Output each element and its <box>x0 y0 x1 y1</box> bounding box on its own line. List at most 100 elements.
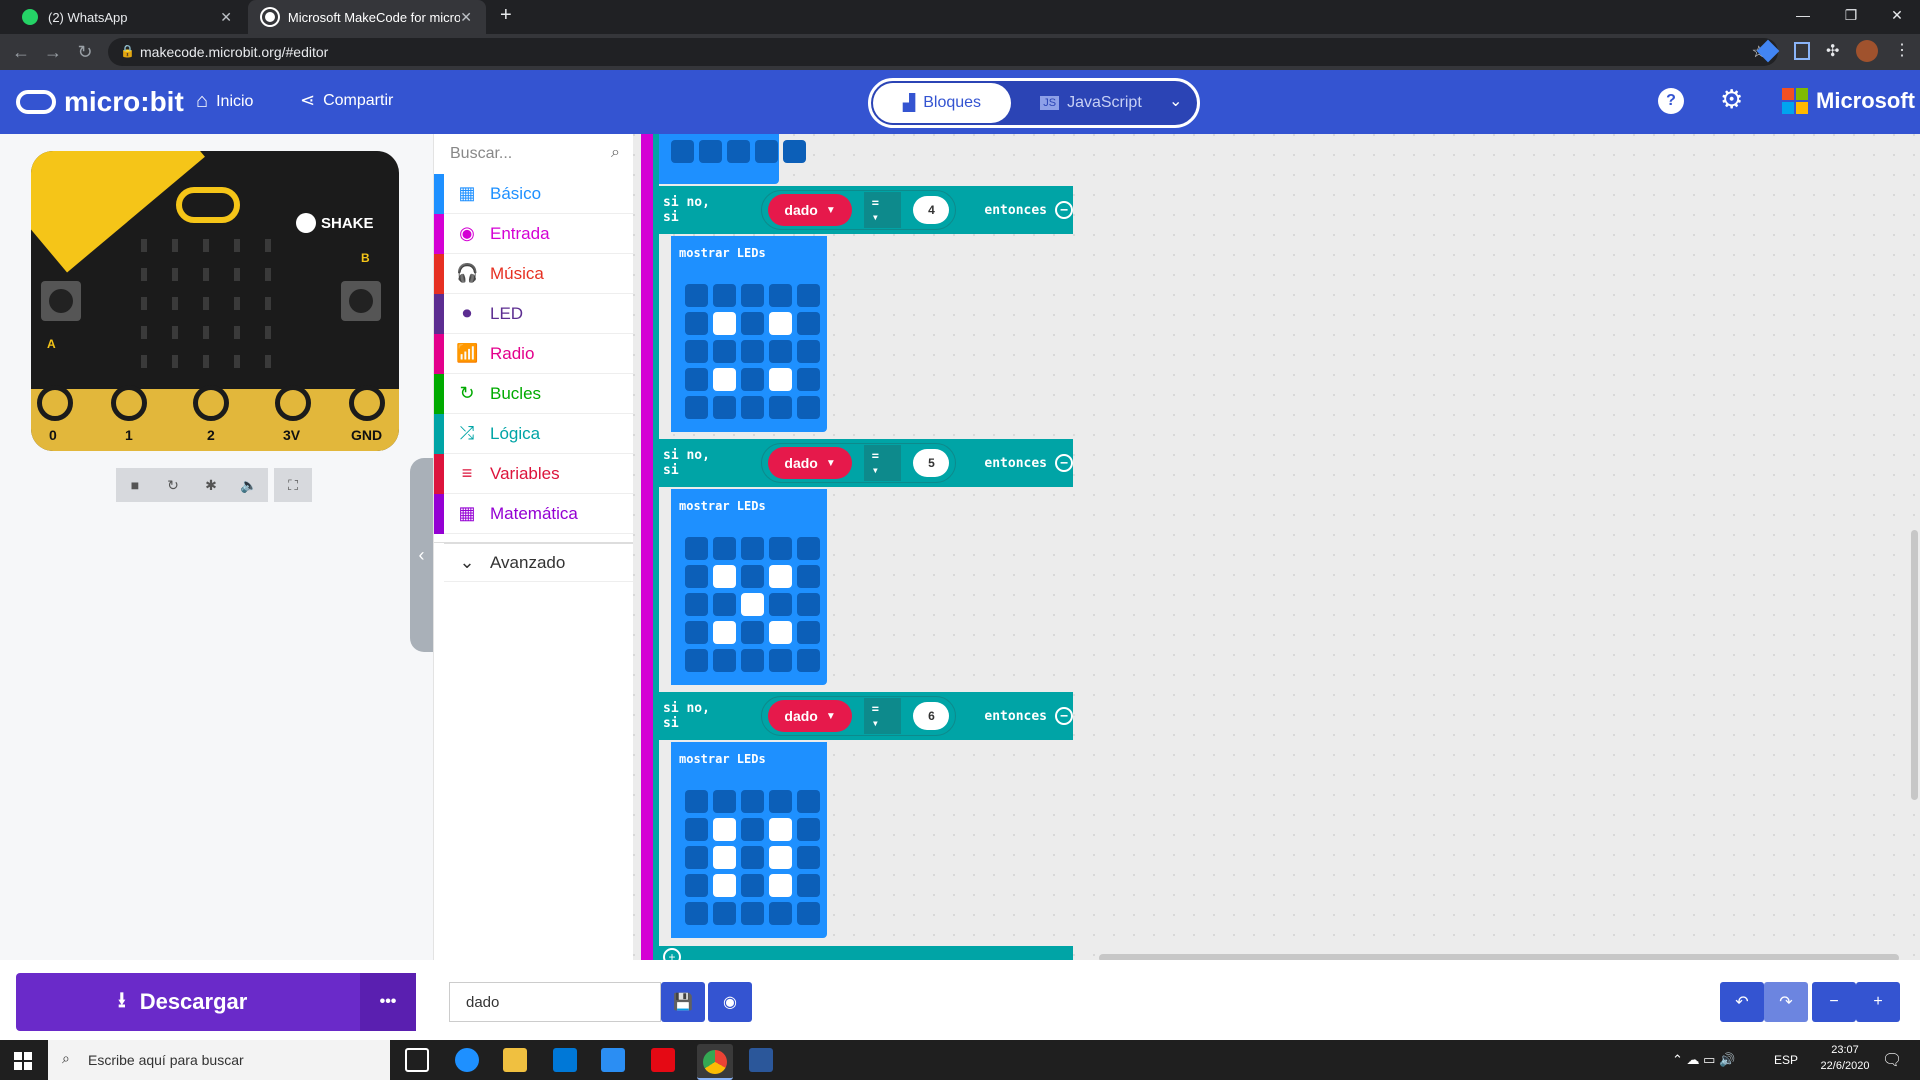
led-cell[interactable] <box>769 902 792 925</box>
led-cell[interactable] <box>685 818 708 841</box>
category-item[interactable]: ≡ Variables <box>434 453 634 494</box>
task-view-icon[interactable] <box>405 1048 429 1072</box>
led-cell[interactable] <box>713 874 736 897</box>
restart-icon[interactable]: ↻ <box>154 468 192 502</box>
button-b[interactable] <box>341 281 381 321</box>
store-icon[interactable] <box>553 1048 577 1072</box>
led-cell[interactable] <box>713 368 736 391</box>
operator-dropdown[interactable]: = ▾ <box>863 698 902 734</box>
led-cell[interactable] <box>769 284 792 307</box>
led-cell[interactable] <box>713 537 736 560</box>
project-name-input[interactable]: dado <box>449 982 661 1022</box>
share-button[interactable]: ⋖ Compartir <box>300 90 393 111</box>
led-cell[interactable] <box>769 790 792 813</box>
else-if-row[interactable]: si no, si dado ▼ = ▾ 5 entonces − <box>653 439 1074 487</box>
tab-close-icon[interactable]: ✕ <box>460 9 472 26</box>
led-cell[interactable] <box>797 340 820 363</box>
taskbar-search[interactable]: ⌕ Escribe aquí para buscar <box>48 1040 390 1080</box>
led-cell[interactable] <box>741 537 764 560</box>
microbit-logo[interactable]: micro:bit <box>16 86 184 118</box>
led-cell[interactable] <box>741 368 764 391</box>
collapse-simulator-icon[interactable]: ‹ <box>410 458 433 652</box>
settings-icon[interactable]: ⚙ <box>1720 84 1743 115</box>
javascript-tab[interactable]: JS JavaScript <box>1021 83 1161 123</box>
operator-dropdown[interactable]: = ▾ <box>863 192 902 228</box>
chrome-icon[interactable] <box>697 1044 733 1080</box>
save-icon[interactable]: 💾 <box>661 982 705 1022</box>
show-leds-block[interactable]: mostrar LEDs <box>671 742 827 938</box>
zoom-out-icon[interactable]: − <box>1812 982 1856 1022</box>
led-cell[interactable] <box>713 902 736 925</box>
led-cell[interactable] <box>797 312 820 335</box>
led-cell[interactable] <box>741 396 764 419</box>
menu-icon[interactable]: ⋮ <box>1894 40 1910 60</box>
led-cell[interactable] <box>713 621 736 644</box>
clock[interactable]: 23:07 22/6/2020 <box>1820 1044 1870 1072</box>
led-cell[interactable] <box>797 565 820 588</box>
led-cell[interactable] <box>769 396 792 419</box>
else-if-row[interactable]: si no, si dado ▼ = ▾ 6 entonces − <box>653 692 1074 740</box>
category-item[interactable]: ↻ Bucles <box>434 373 634 414</box>
fullscreen-icon[interactable]: ⛶ <box>274 468 312 502</box>
led-cell[interactable] <box>685 565 708 588</box>
category-item[interactable]: ▦ Básico <box>434 173 634 214</box>
led-cell[interactable] <box>769 312 792 335</box>
puzzle-icon[interactable]: ✣ <box>1826 41 1839 61</box>
led-cell[interactable] <box>685 396 708 419</box>
number-input[interactable]: 6 <box>913 702 950 730</box>
compare-block[interactable]: dado ▼ = ▾ 5 <box>761 443 957 483</box>
led-cell[interactable] <box>713 846 736 869</box>
url-field[interactable]: 🔒 makecode.microbit.org/#editor ☆ <box>108 38 1778 66</box>
led-cell[interactable] <box>769 874 792 897</box>
tab-makecode[interactable]: Microsoft MakeCode for micro:bi ✕ <box>248 0 486 34</box>
led-cell[interactable] <box>741 284 764 307</box>
led-cell[interactable] <box>797 284 820 307</box>
add-branch-icon[interactable]: + <box>663 948 681 960</box>
variable-dropdown[interactable]: dado ▼ <box>768 447 852 479</box>
led-cell[interactable] <box>769 565 792 588</box>
led-cell[interactable] <box>713 790 736 813</box>
led-cell[interactable] <box>741 312 764 335</box>
close-window-button[interactable]: ✕ <box>1874 0 1920 30</box>
edge-icon[interactable] <box>455 1048 479 1072</box>
undo-icon[interactable]: ↶ <box>1720 982 1764 1022</box>
back-icon[interactable]: ← <box>10 42 32 62</box>
blocks-workspace[interactable]: si no, si dado ▼ = ▾ 4 entonces − mostrar LEDs s… <box>633 134 1920 960</box>
notifications-icon[interactable]: 🗨 <box>1882 1050 1902 1070</box>
led-cell[interactable] <box>741 902 764 925</box>
pin-3v[interactable] <box>275 385 311 421</box>
document-icon[interactable] <box>1794 42 1810 60</box>
compare-block[interactable]: dado ▼ = ▾ 6 <box>761 696 957 736</box>
led-cell[interactable] <box>797 874 820 897</box>
download-button[interactable]: ⭳ Descargar ••• <box>16 973 416 1031</box>
chevron-down-icon[interactable]: ⌄ <box>1169 91 1182 111</box>
category-item[interactable]: ⤮ Lógica <box>434 413 634 454</box>
led-cell[interactable] <box>797 593 820 616</box>
led-cell[interactable] <box>713 818 736 841</box>
tab-whatsapp[interactable]: (2) WhatsApp ✕ <box>8 0 246 34</box>
led-cell[interactable] <box>769 621 792 644</box>
led-cell[interactable] <box>769 593 792 616</box>
minimize-button[interactable]: — <box>1780 0 1826 30</box>
led-cell[interactable] <box>713 312 736 335</box>
led-cell[interactable] <box>769 340 792 363</box>
led-cell[interactable] <box>685 790 708 813</box>
more-options-button[interactable]: ••• <box>360 973 416 1031</box>
pin-1[interactable] <box>111 385 147 421</box>
led-cell[interactable] <box>685 593 708 616</box>
shake-label[interactable]: SHAKE <box>321 215 374 232</box>
led-cell[interactable] <box>713 284 736 307</box>
new-tab-button[interactable]: + <box>500 4 512 27</box>
led-cell[interactable] <box>685 312 708 335</box>
led-cell[interactable] <box>769 818 792 841</box>
led-cell[interactable] <box>685 284 708 307</box>
led-cell[interactable] <box>797 537 820 560</box>
system-tray-icons[interactable]: ⌃ ☁ ▭ 🔊 <box>1672 1052 1735 1068</box>
category-advanced[interactable]: ⌄ Avanzado <box>434 542 634 583</box>
led-cell[interactable] <box>685 902 708 925</box>
led-cell[interactable] <box>685 846 708 869</box>
category-item[interactable]: ◉ Entrada <box>434 213 634 254</box>
variable-dropdown[interactable]: dado ▼ <box>768 194 852 226</box>
led-cell[interactable] <box>685 649 708 672</box>
category-item[interactable]: 📶 Radio <box>434 333 634 374</box>
